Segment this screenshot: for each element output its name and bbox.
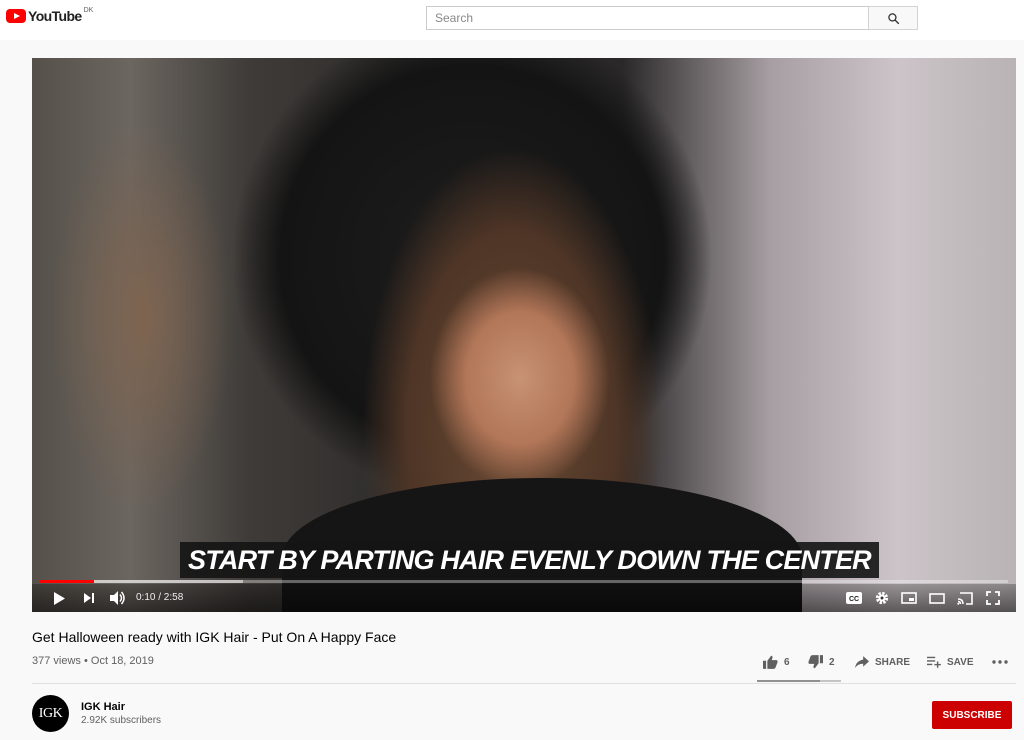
share-button[interactable]: SHARE xyxy=(855,652,910,672)
share-label: SHARE xyxy=(875,656,911,668)
country-code: DK xyxy=(83,7,94,14)
logo-text: YouTube xyxy=(28,8,82,24)
meta-separator: • xyxy=(83,655,88,667)
progress-bar[interactable] xyxy=(40,580,1008,583)
theater-button[interactable] xyxy=(926,590,948,606)
more-actions-button[interactable] xyxy=(992,652,1008,672)
progress-played xyxy=(40,580,95,583)
theater-icon xyxy=(929,592,945,604)
save-label: SAVE xyxy=(947,656,974,668)
publish-date: Oct 18, 2019 xyxy=(90,655,154,667)
play-button[interactable] xyxy=(50,590,68,606)
share-icon xyxy=(855,656,869,668)
sentiment-bar xyxy=(757,680,841,682)
play-icon xyxy=(54,591,65,605)
channel-name[interactable]: IGK Hair xyxy=(81,701,125,713)
youtube-logo-icon xyxy=(6,9,26,23)
player-controls: 0:10 / 2:58 CC xyxy=(32,584,1016,612)
playlist-add-icon xyxy=(927,656,941,668)
view-count: 377 views xyxy=(32,655,81,667)
volume-icon xyxy=(110,591,125,605)
video-meta: 377 views • Oct 18, 2019 xyxy=(32,655,154,668)
gear-icon xyxy=(875,591,889,605)
next-icon xyxy=(84,593,94,603)
miniplayer-button[interactable] xyxy=(898,590,920,606)
settings-button[interactable] xyxy=(872,590,892,606)
video-title: Get Halloween ready with IGK Hair - Put … xyxy=(32,629,397,645)
volume-button[interactable] xyxy=(108,590,128,606)
search-button[interactable] xyxy=(868,6,918,30)
fullscreen-icon xyxy=(986,591,1000,605)
time-display: 0:10 / 2:58 xyxy=(136,592,184,603)
cast-button[interactable] xyxy=(954,590,976,606)
captions-button[interactable]: CC xyxy=(844,590,864,606)
svg-text:CC: CC xyxy=(849,596,859,603)
miniplayer-icon xyxy=(901,592,917,604)
next-button[interactable] xyxy=(80,590,98,606)
cc-icon: CC xyxy=(846,592,862,604)
like-button[interactable]: 6 xyxy=(763,652,790,672)
sentiment-like-fill xyxy=(757,680,820,682)
dislike-button[interactable]: 2 xyxy=(808,652,835,672)
channel-avatar[interactable]: IGK xyxy=(32,695,69,732)
thumbs-up-icon xyxy=(763,655,778,669)
dislike-count: 2 xyxy=(829,656,835,668)
more-icon xyxy=(992,660,1008,664)
search-input[interactable]: Search xyxy=(426,6,869,30)
top-bar: YouTube DK Search xyxy=(0,0,1024,40)
fullscreen-button[interactable] xyxy=(982,590,1004,606)
thumbs-down-icon xyxy=(808,655,823,669)
subscriber-count: 2.92K subscribers xyxy=(81,715,162,726)
youtube-logo[interactable]: YouTube DK xyxy=(6,7,94,24)
divider xyxy=(32,683,1016,684)
cast-icon xyxy=(957,591,973,605)
search-icon xyxy=(887,12,899,24)
video-player[interactable]: START BY PARTING HAIR EVENLY DOWN THE CE… xyxy=(32,58,1016,612)
like-count: 6 xyxy=(784,656,790,668)
save-button[interactable]: SAVE xyxy=(927,652,974,672)
subscribe-button[interactable]: SUBSCRIBE xyxy=(932,701,1012,729)
video-caption: START BY PARTING HAIR EVENLY DOWN THE CE… xyxy=(180,542,879,578)
